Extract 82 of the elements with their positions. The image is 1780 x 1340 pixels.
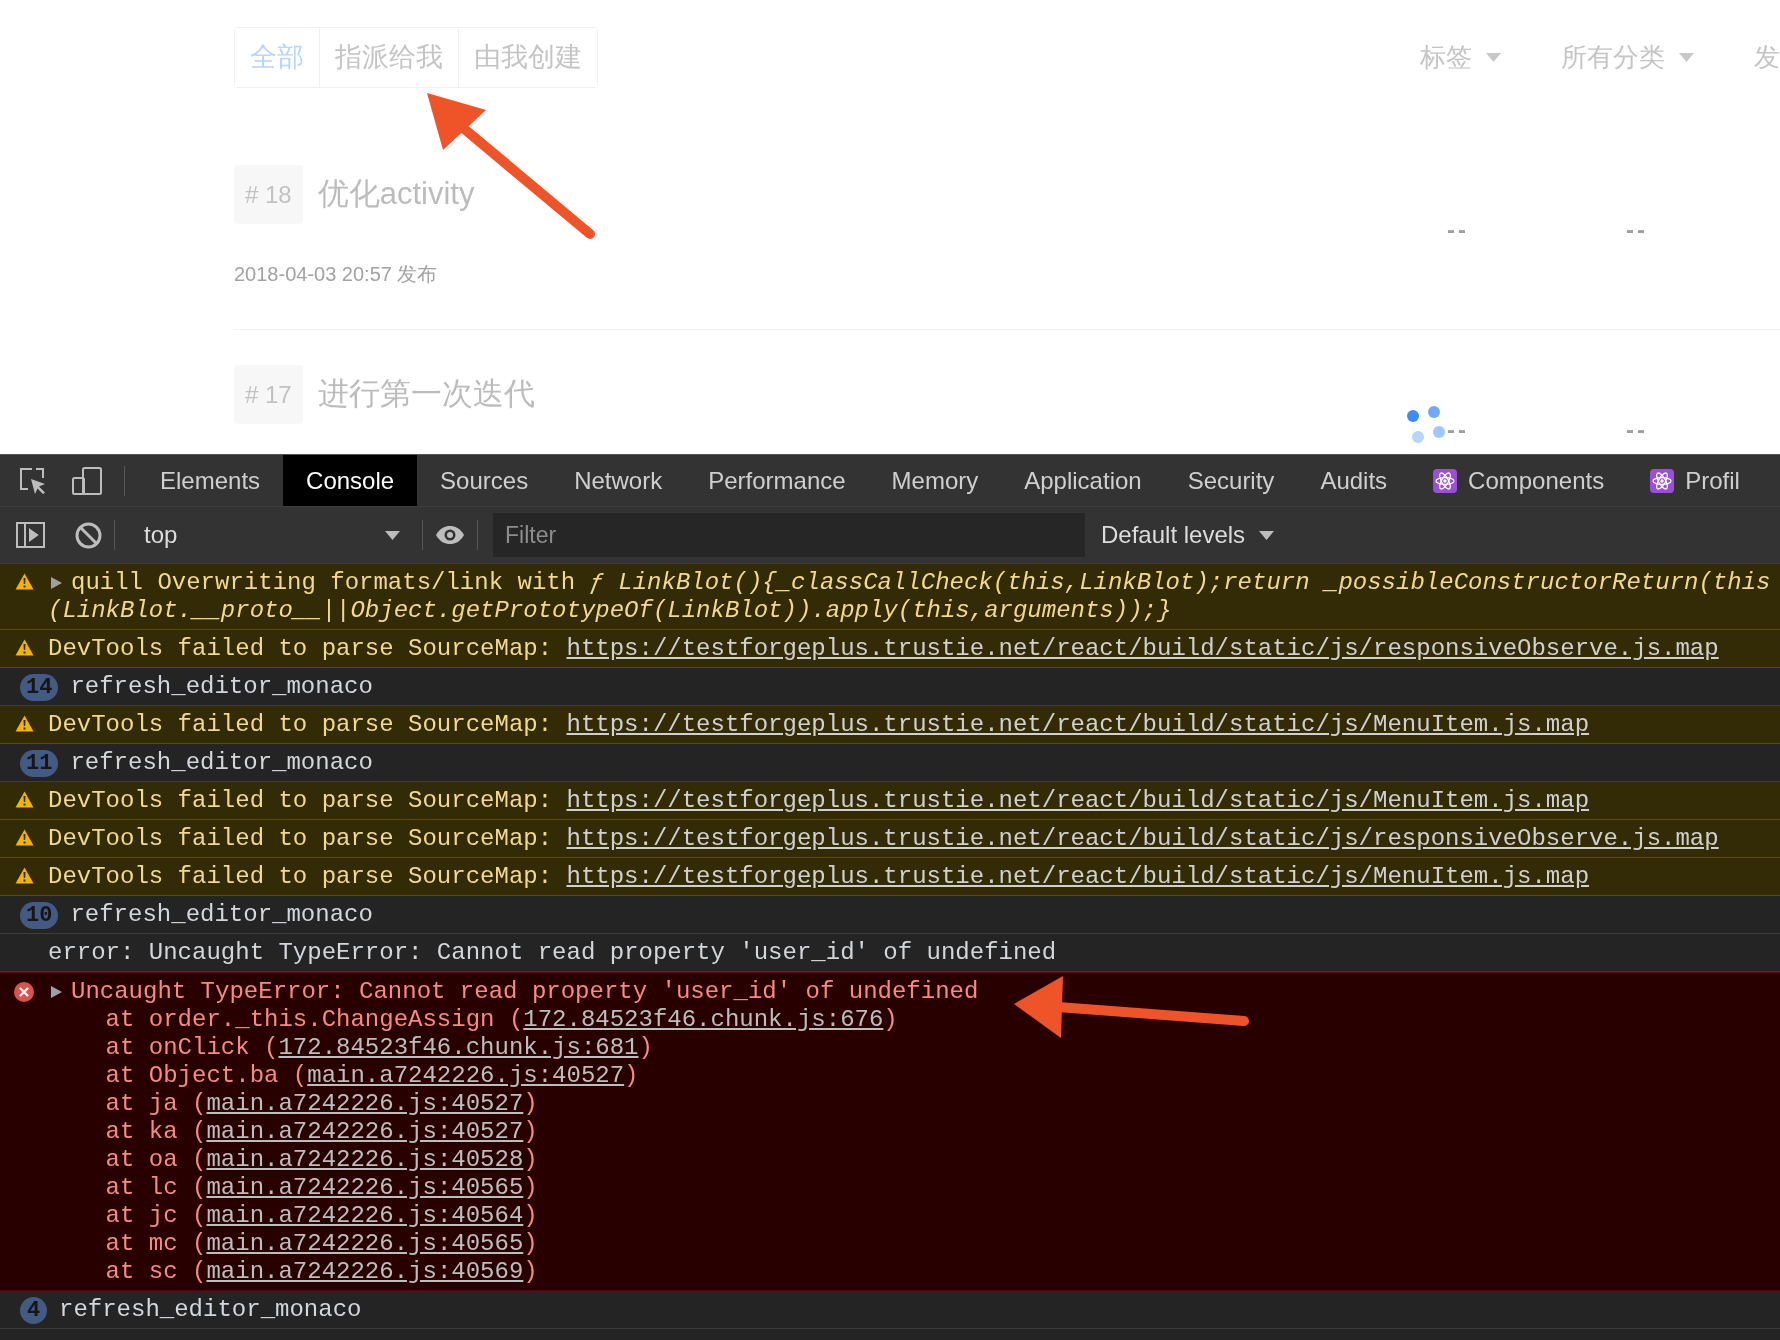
caret-icon: [1259, 530, 1275, 540]
devices-icon[interactable]: [72, 466, 102, 495]
levels-dropdown[interactable]: Default levels: [1101, 517, 1275, 553]
no-entry-icon[interactable]: [75, 521, 102, 549]
warning-icon: [14, 639, 34, 656]
empty-value: --: [1447, 416, 1469, 443]
stack-trace-line: at Object.ba (main.a7242226.js:40527): [104, 1062, 640, 1090]
stack-trace-line: at onClick (172.84523f46.chunk.js:681): [104, 1034, 654, 1062]
source-link[interactable]: 172.84523f46.chunk.js:676: [523, 1006, 884, 1033]
sidebar-toggle-icon[interactable]: [16, 522, 45, 548]
devtools-tab[interactable]: Profil: [1627, 455, 1763, 506]
message-text: DevTools failed to parse SourceMap: https://testforgeplus.trustie.net/react/build/static/js/MenuItem.js.map: [48, 711, 1590, 739]
empty-value: --: [1626, 216, 1648, 243]
source-link[interactable]: main.a7242226.js:40528: [206, 1146, 524, 1173]
source-link[interactable]: https://testforgeplus.trustie.net/react/build/static/js/MenuItem.js.map: [566, 787, 1590, 814]
atom-icon: [1433, 468, 1458, 493]
devtools-tab[interactable]: Performance: [685, 455, 869, 506]
expand-triangle-icon[interactable]: [51, 986, 62, 998]
source-link[interactable]: main.a7242226.js:40565: [206, 1230, 524, 1257]
message-text: refresh_editor_monaco: [70, 673, 373, 701]
message-text: quill Overwriting formats/link with ƒ LinkBlot(){_classCallCheck(this,LinkBlot);return _possibleConstructorReturn(this: [71, 569, 1771, 597]
publish-date: 2018-04-03 20:57 发布: [234, 262, 439, 286]
message-text: refresh_editor_monaco: [59, 1296, 362, 1324]
source-link[interactable]: main.a7242226.js:40527: [206, 1090, 524, 1117]
devtools-tab[interactable]: Sources: [417, 455, 552, 506]
message-text: Uncaught TypeError: Cannot read property 'user_id' of undefined: [71, 978, 979, 1006]
source-link[interactable]: main.a7242226.js:40565: [206, 1174, 524, 1201]
caret-icon: [1486, 53, 1501, 62]
stack-trace-line: at sc (main.a7242226.js:40569): [104, 1258, 539, 1286]
source-link[interactable]: main.a7242226.js:40564: [206, 1202, 524, 1229]
repeat-count: 11: [20, 750, 59, 777]
stack-trace-line: at lc (main.a7242226.js:40565): [104, 1174, 539, 1202]
devtools-tab[interactable]: Components: [1410, 455, 1628, 506]
source-link[interactable]: 172.84523f46.chunk.js:681: [278, 1034, 639, 1061]
source-link[interactable]: main.a7242226.js:40569: [206, 1258, 524, 1285]
warning-icon: [14, 791, 34, 808]
caret-icon: [1679, 53, 1694, 62]
context-select[interactable]: top: [127, 517, 410, 553]
atom-icon: [1650, 468, 1675, 493]
message-text: refresh_editor_monaco: [70, 749, 373, 777]
stack-trace-line: at order._this.ChangeAssign (172.84523f46.chunk.js:676): [104, 1006, 899, 1034]
message-text: (LinkBlot.__proto__||Object.getPrototypeOf(LinkBlot)).apply(this,arguments));}: [48, 597, 1173, 625]
devtools-tab[interactable]: Console: [283, 455, 418, 506]
stack-trace-line: at mc (main.a7242226.js:40565): [104, 1230, 539, 1258]
filter-field[interactable]: Filter: [493, 513, 1085, 557]
cursor-square-icon[interactable]: [19, 466, 47, 495]
caret-icon: [385, 530, 400, 540]
source-link[interactable]: main.a7242226.js:40527: [206, 1118, 524, 1145]
filter-label: 发: [1754, 41, 1780, 74]
devtools-tab[interactable]: Audits: [1297, 455, 1411, 506]
message-text: DevTools failed to parse SourceMap: https://testforgeplus.trustie.net/react/build/static/js/MenuItem.js.map: [48, 863, 1590, 891]
expand-triangle-icon[interactable]: [51, 577, 62, 589]
message-text: DevTools failed to parse SourceMap: https://testforgeplus.trustie.net/react/build/static/js/MenuItem.js.map: [48, 787, 1590, 815]
warning-icon: [14, 573, 34, 590]
stack-trace-line: at oa (main.a7242226.js:40528): [104, 1146, 539, 1174]
warning-icon: [14, 829, 34, 846]
source-link[interactable]: https://testforgeplus.trustie.net/react/build/static/js/MenuItem.js.map: [566, 711, 1590, 738]
source-link[interactable]: https://testforgeplus.trustie.net/react/build/static/js/MenuItem.js.map: [566, 863, 1590, 890]
message-text: refresh_editor_monaco: [70, 901, 373, 929]
repeat-count: 14: [20, 674, 59, 701]
warning-icon: [14, 715, 34, 732]
devtools-tab[interactable]: Memory: [868, 455, 1002, 506]
empty-value: --: [1626, 416, 1648, 443]
devtools-tab[interactable]: Elements: [137, 455, 284, 506]
stack-trace-line: at ja (main.a7242226.js:40527): [104, 1090, 539, 1118]
message-text: DevTools failed to parse SourceMap: https://testforgeplus.trustie.net/react/build/static/js/responsiveObserve.js.map: [48, 825, 1719, 853]
stack-trace-line: at jc (main.a7242226.js:40564): [104, 1202, 539, 1230]
message-text: error: Uncaught TypeError: Cannot read property 'user_id' of undefined: [48, 939, 1057, 967]
repeat-count: 4: [20, 1297, 47, 1324]
error-icon: [14, 982, 34, 1002]
warning-icon: [14, 867, 34, 884]
devtools-tab[interactable]: Application: [1001, 455, 1165, 506]
repeat-count: 10: [20, 902, 59, 929]
stack-trace-line: at ka (main.a7242226.js:40527): [104, 1118, 539, 1146]
devtools-tab[interactable]: Security: [1164, 455, 1298, 506]
eye-icon[interactable]: [435, 525, 465, 545]
source-link[interactable]: https://testforgeplus.trustie.net/react/build/static/js/responsiveObserve.js.map: [566, 825, 1719, 852]
source-link[interactable]: https://testforgeplus.trustie.net/react/build/static/js/responsiveObserve.js.map: [566, 635, 1719, 662]
empty-value: --: [1447, 216, 1469, 243]
message-text: DevTools failed to parse SourceMap: https://testforgeplus.trustie.net/react/build/static/js/responsiveObserve.js.map: [48, 635, 1719, 663]
devtools-tab[interactable]: Network: [551, 455, 686, 506]
source-link[interactable]: main.a7242226.js:40527: [307, 1062, 625, 1089]
